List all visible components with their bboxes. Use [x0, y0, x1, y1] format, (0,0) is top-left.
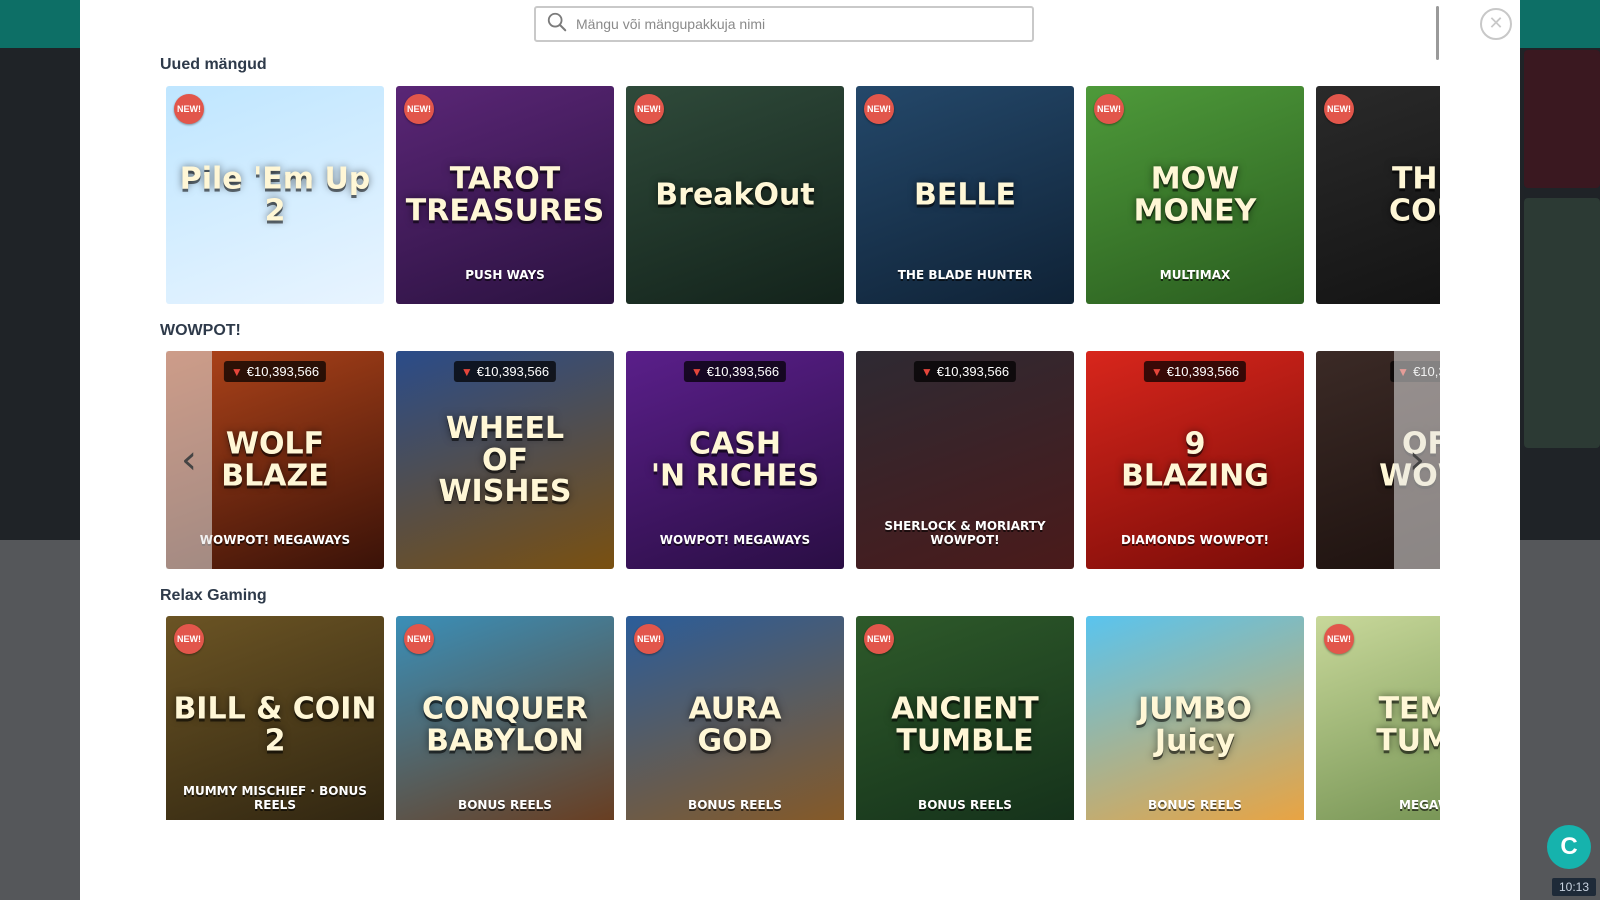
search-input[interactable] [576, 16, 1032, 32]
search-icon [546, 11, 568, 37]
chat-icon: C [1560, 833, 1578, 860]
game-title: AURA GOD [688, 691, 782, 758]
clock: 10:13 [1552, 878, 1596, 896]
game-tile[interactable]: JUMBO Juicy BONUS REELS [1086, 616, 1304, 820]
chevron-left-icon: ‹ [181, 437, 197, 483]
jackpot-badge: ▼ €10,393,566 [223, 361, 327, 382]
game-title: WHEEL OF WISHES [438, 410, 572, 509]
game-subtitle: BONUS REELS [458, 798, 552, 812]
new-badge: NEW! [634, 624, 664, 654]
jackpot-amount: €10,393,566 [246, 364, 320, 379]
new-badge: NEW! [864, 624, 894, 654]
jackpot-amount: €10,393,566 [1166, 364, 1240, 379]
jackpot-badge: ▼ €10,393,566 [453, 361, 557, 382]
game-search-modal: ✕ Uued mängud Pile 'Em Up 2NEW!TAROT TRE… [80, 0, 1520, 900]
trophy-icon: ▼ [460, 364, 473, 379]
game-title: TAROT TREASURES [405, 161, 605, 228]
row-wowpot: WOLF BLAZE WOWPOT! MEGAWAYS ▼ €10,393,566 WH… [166, 351, 1440, 569]
game-title: 9 BLAZING [1121, 426, 1269, 493]
game-subtitle: WOWPOT! MEGAWAYS [659, 533, 811, 547]
jackpot-badge: ▼ €10,393,566 [683, 361, 787, 382]
new-badge: NEW! [404, 624, 434, 654]
jackpot-amount: €10,393,566 [706, 364, 780, 379]
game-subtitle: THE BLADE HUNTER [897, 268, 1033, 282]
row-new-games: Pile 'Em Up 2 NEW! TAROT TREASURES PUSH WAY… [166, 86, 1440, 304]
game-title: Pile 'Em Up 2 [179, 161, 371, 228]
section-title-relax-gaming: Relax Gaming [160, 587, 267, 604]
game-subtitle: MUMMY MISCHIEF · BONUS REELS [183, 784, 367, 812]
new-badge: NEW! [634, 94, 664, 124]
jackpot-amount: €10,393,566 [476, 364, 550, 379]
game-tile[interactable]: AURA GOD BONUS REELS NEW! [626, 616, 844, 820]
chat-button[interactable]: C [1547, 825, 1591, 869]
game-tile[interactable]: 9 BLAZING DIAMONDS WOWPOT! ▼ €10,393,566 [1086, 351, 1304, 569]
game-tile[interactable]: TAROT TREASURES PUSH WAYS NEW! [396, 86, 614, 304]
carousel-next-button[interactable]: › [1394, 351, 1440, 569]
game-tile[interactable]: TEMP TUMB MEGAW NEW! [1316, 616, 1440, 820]
background-tile [1524, 198, 1600, 448]
game-tile[interactable]: BreakOut NEW! [626, 86, 844, 304]
game-tile[interactable]: ANCIENT TUMBLE BONUS REELS NEW! [856, 616, 1074, 820]
game-tile[interactable]: CASH 'N RICHES WOWPOT! MEGAWAYS ▼ €10,393,5… [626, 351, 844, 569]
game-title: CASH 'N RICHES [650, 426, 820, 493]
section-title-wowpot: WOWPOT! [160, 322, 241, 339]
game-tile[interactable]: BILL & COIN 2 MUMMY MISCHIEF · BONUS REEL… [166, 616, 384, 820]
new-badge: NEW! [404, 94, 434, 124]
game-title: TEMP TUMB [1376, 691, 1440, 758]
close-icon[interactable]: ✕ [1480, 8, 1512, 40]
game-title: MOW MONEY [1133, 161, 1257, 228]
carousel-prev-button[interactable]: ‹ [166, 351, 212, 569]
game-tile[interactable]: Pile 'Em Up 2 NEW! [166, 86, 384, 304]
new-badge: NEW! [1324, 94, 1354, 124]
game-title: BELLE [913, 177, 1017, 213]
game-subtitle: SHERLOCK & MORIARTY WOWPOT! [884, 519, 1046, 547]
game-tile[interactable]: BELLE THE BLADE HUNTER NEW! [856, 86, 1074, 304]
new-badge: NEW! [864, 94, 894, 124]
trophy-icon: ▼ [1150, 364, 1163, 379]
game-tile[interactable]: SHERLOCK & MORIARTY WOWPOT! ▼ €10,393,566 [856, 351, 1074, 569]
jackpot-badge: ▼ €10,393,566 [1143, 361, 1247, 382]
game-title: BILL & COIN 2 [173, 691, 377, 758]
trophy-icon: ▼ [920, 364, 933, 379]
scrollbar[interactable] [1436, 6, 1439, 60]
game-tile[interactable]: CONQUER BABYLON BONUS REELS NEW! [396, 616, 614, 820]
game-subtitle: MEGAW [1399, 798, 1440, 812]
new-badge: NEW! [174, 624, 204, 654]
chevron-right-icon: › [1409, 437, 1425, 483]
game-title: BreakOut [655, 177, 815, 213]
row-relax-gaming: BILL & COIN 2 MUMMY MISCHIEF · BONUS REEL… [166, 616, 1440, 820]
game-title: ANCIENT TUMBLE [891, 691, 1039, 758]
new-badge: NEW! [1324, 624, 1354, 654]
game-subtitle: DIAMONDS WOWPOT! [1120, 533, 1269, 547]
game-title: JUMBO Juicy [1138, 691, 1252, 758]
trophy-icon: ▼ [690, 364, 703, 379]
search-bar[interactable] [534, 6, 1034, 42]
game-subtitle: MULTIMAX [1159, 268, 1231, 282]
section-title-new-games: Uued mängud [160, 56, 267, 73]
game-subtitle: BONUS REELS [688, 798, 782, 812]
game-title: THE COU [1389, 161, 1440, 228]
game-subtitle: BONUS REELS [918, 798, 1012, 812]
game-subtitle: BONUS REELS [1148, 798, 1242, 812]
jackpot-badge: ▼ €10,393,566 [913, 361, 1017, 382]
new-badge: NEW! [1094, 94, 1124, 124]
new-badge: NEW! [174, 94, 204, 124]
game-subtitle: PUSH WAYS [465, 268, 545, 282]
trophy-icon: ▼ [230, 364, 243, 379]
game-tile[interactable]: MOW MONEY MULTIMAX NEW! [1086, 86, 1304, 304]
background-tile [1524, 50, 1600, 188]
game-title: CONQUER BABYLON [421, 691, 589, 758]
jackpot-amount: €10,393,566 [936, 364, 1010, 379]
game-tile[interactable]: WHEEL OF WISHES ▼ €10,393,566 [396, 351, 614, 569]
game-tile[interactable]: THE COU NEW! [1316, 86, 1440, 304]
